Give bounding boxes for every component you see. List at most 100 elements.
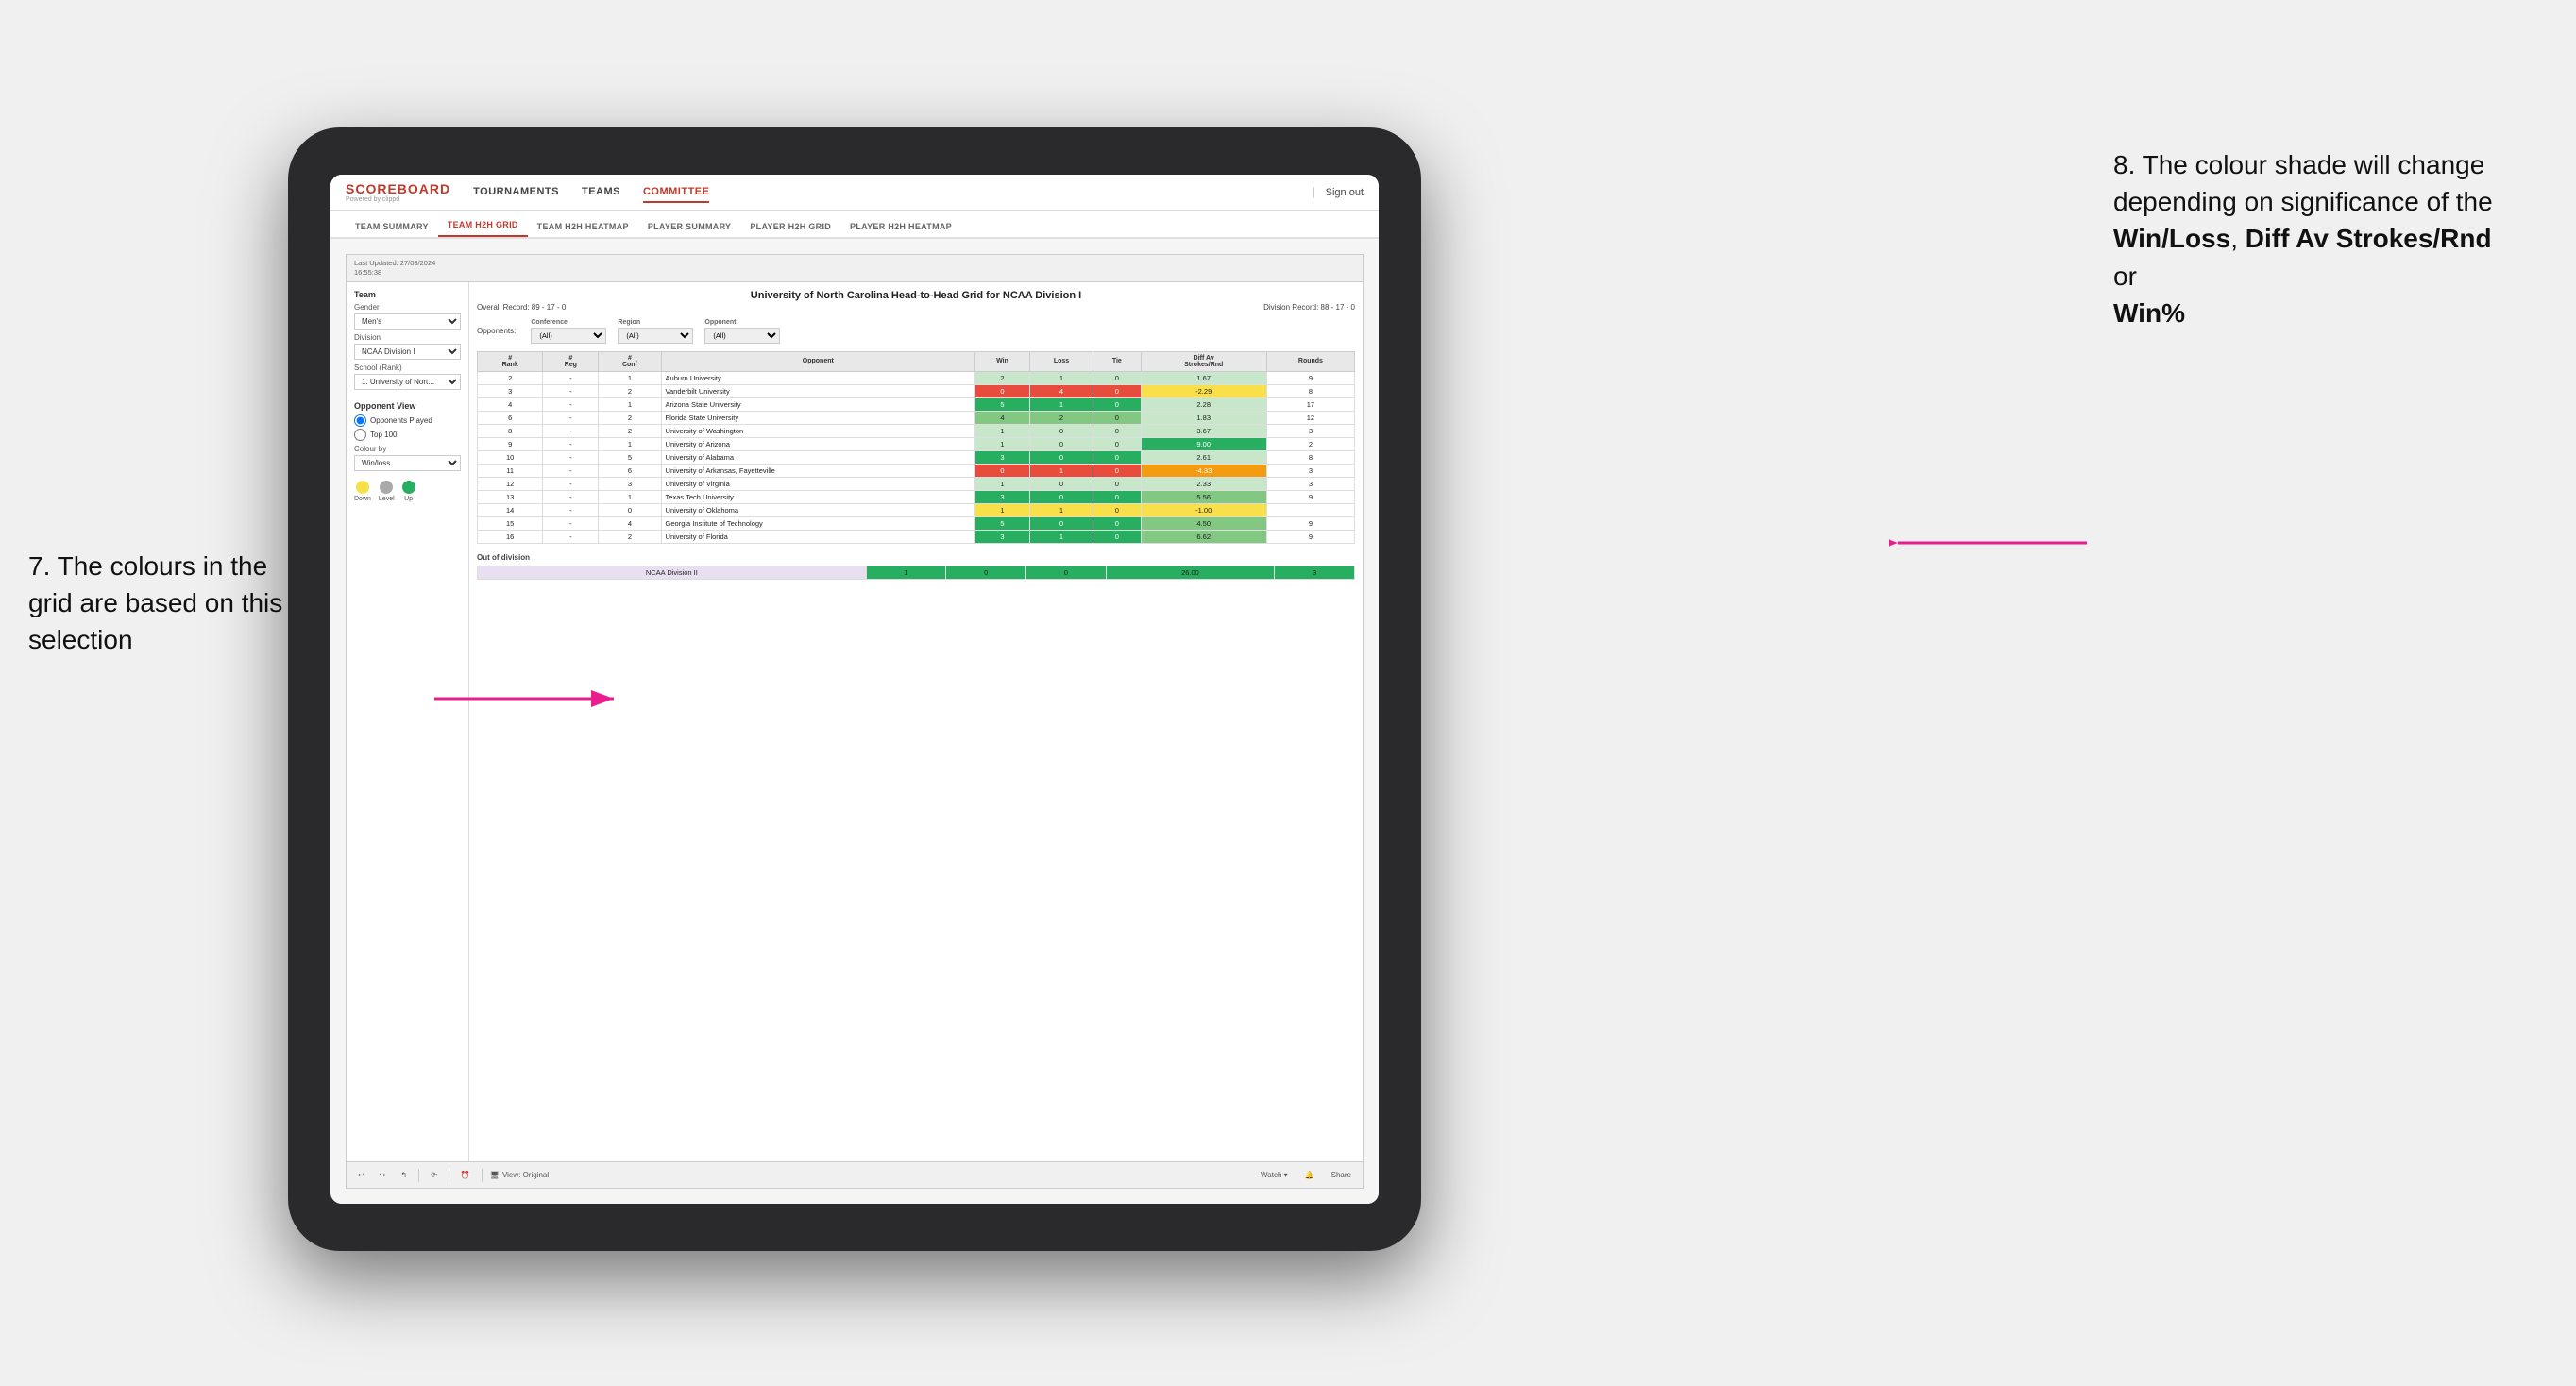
cell-opponent: University of Arizona [661, 437, 975, 450]
cell-diff: 5.56 [1141, 490, 1266, 503]
opponents-played-option[interactable]: Opponents Played [354, 414, 461, 427]
region-select[interactable]: (All) [618, 328, 693, 344]
sub-nav-team-h2h-grid[interactable]: TEAM H2H GRID [438, 220, 528, 237]
tableau-toolbar-bottom: ↩ ↪ ↰ ⟳ ⏰ 🖥 View: Original Watch ▾ 🔔 [347, 1161, 1363, 1188]
ood-tie: 0 [1026, 566, 1107, 579]
inner-layout: Team Gender Men's Division NCAA Division… [347, 282, 1363, 1162]
conference-filter: Conference (All) [531, 319, 606, 344]
table-row: 14 - 0 University of Oklahoma 1 1 0 -1.0… [478, 503, 1355, 516]
cell-opponent: University of Arkansas, Fayetteville [661, 464, 975, 477]
cell-diff: 9.00 [1141, 437, 1266, 450]
region-filter: Region (All) [618, 319, 693, 344]
cell-opponent: University of Oklahoma [661, 503, 975, 516]
cell-loss: 2 [1029, 411, 1093, 424]
cell-win: 3 [975, 490, 1030, 503]
nav-committee[interactable]: COMMITTEE [643, 182, 710, 203]
grid-title: University of North Carolina Head-to-Hea… [477, 290, 1355, 301]
sign-out-link[interactable]: Sign out [1313, 187, 1364, 198]
cell-diff: 1.67 [1141, 371, 1266, 384]
cell-tie: 0 [1093, 397, 1141, 411]
share-btn[interactable]: Share [1328, 1170, 1355, 1180]
gender-select[interactable]: Men's [354, 313, 461, 330]
cell-diff: 4.50 [1141, 516, 1266, 530]
col-rank: #Rank [478, 351, 543, 371]
sub-nav-player-h2h-heatmap[interactable]: PLAYER H2H HEATMAP [840, 222, 961, 237]
cell-tie: 0 [1093, 384, 1141, 397]
cell-conf: 5 [599, 450, 661, 464]
nav-tournaments[interactable]: TOURNAMENTS [473, 182, 559, 203]
cell-conf: 1 [599, 490, 661, 503]
cell-diff: 1.83 [1141, 411, 1266, 424]
cell-diff: -1.00 [1141, 503, 1266, 516]
logo-sub: Powered by clippd [346, 196, 450, 203]
cell-rank: 6 [478, 411, 543, 424]
table-row: 6 - 2 Florida State University 4 2 0 1.8… [478, 411, 1355, 424]
undo-btn[interactable]: ↩ [354, 1170, 368, 1180]
nav-links: TOURNAMENTS TEAMS COMMITTEE [473, 182, 1313, 203]
cell-rounds: 9 [1266, 371, 1354, 384]
cell-rank: 13 [478, 490, 543, 503]
table-row: 15 - 4 Georgia Institute of Technology 5… [478, 516, 1355, 530]
out-of-division-label: Out of division [477, 553, 1355, 562]
sub-nav-player-h2h-grid[interactable]: PLAYER H2H GRID [740, 222, 840, 237]
cell-rounds: 3 [1266, 477, 1354, 490]
colour-by-label: Colour by [354, 445, 461, 453]
cell-rounds: 9 [1266, 530, 1354, 543]
last-updated: Last Updated: 27/03/2024 16:55:38 [354, 259, 435, 278]
division-select[interactable]: NCAA Division I [354, 344, 461, 360]
colour-legend: Down Level Up [354, 481, 461, 502]
school-select[interactable]: 1. University of Nort... [354, 374, 461, 390]
cell-conf: 2 [599, 424, 661, 437]
cell-opponent: Georgia Institute of Technology [661, 516, 975, 530]
sub-nav-player-summary[interactable]: PLAYER SUMMARY [638, 222, 741, 237]
top-100-option[interactable]: Top 100 [354, 429, 461, 441]
cell-diff: 2.28 [1141, 397, 1266, 411]
cell-conf: 1 [599, 371, 661, 384]
cell-reg: - [543, 450, 599, 464]
cell-rank: 14 [478, 503, 543, 516]
colour-by-select[interactable]: Win/loss [354, 455, 461, 471]
annotation-right: 8. The colour shade will change dependin… [2113, 146, 2548, 331]
nav-teams[interactable]: TEAMS [582, 182, 620, 203]
cell-rank: 8 [478, 424, 543, 437]
redo-btn[interactable]: ↪ [376, 1170, 390, 1180]
opponent-filter: Opponent (All) [704, 319, 780, 344]
refresh-btn[interactable]: ⟳ [427, 1170, 441, 1180]
opponent-select[interactable]: (All) [704, 328, 780, 344]
back-btn[interactable]: ↰ [397, 1170, 411, 1180]
cell-rounds: 3 [1266, 464, 1354, 477]
cell-loss: 0 [1029, 450, 1093, 464]
cell-opponent: Auburn University [661, 371, 975, 384]
view-original[interactable]: 🖥 View: Original [490, 1171, 549, 1179]
sub-nav-team-h2h-heatmap[interactable]: TEAM H2H HEATMAP [528, 222, 638, 237]
annotation-diff: Diff Av Strokes/Rnd [2246, 224, 2492, 253]
cell-opponent: University of Virginia [661, 477, 975, 490]
cell-tie: 0 [1093, 411, 1141, 424]
cell-win: 1 [975, 424, 1030, 437]
cell-win: 3 [975, 530, 1030, 543]
ood-rounds: 3 [1275, 566, 1355, 579]
cell-tie: 0 [1093, 503, 1141, 516]
toolbar-sep3 [482, 1169, 483, 1182]
cell-opponent: Texas Tech University [661, 490, 975, 503]
ood-loss: 0 [946, 566, 1026, 579]
ipad-frame: SCOREBOARD Powered by clippd TOURNAMENTS… [288, 127, 1421, 1251]
cell-rounds: 2 [1266, 437, 1354, 450]
sub-nav-team-summary[interactable]: TEAM SUMMARY [346, 222, 438, 237]
cell-reg: - [543, 424, 599, 437]
cell-tie: 0 [1093, 530, 1141, 543]
team-label: Team [354, 290, 461, 299]
clock-btn[interactable]: ⏰ [457, 1170, 474, 1180]
cell-reg: - [543, 464, 599, 477]
table-row: 16 - 2 University of Florida 3 1 0 6.62 … [478, 530, 1355, 543]
cell-rounds: 3 [1266, 424, 1354, 437]
cell-reg: - [543, 490, 599, 503]
conference-select[interactable]: (All) [531, 328, 606, 344]
cell-rank: 11 [478, 464, 543, 477]
table-row: 2 - 1 Auburn University 2 1 0 1.67 9 [478, 371, 1355, 384]
division-label: Division [354, 333, 461, 342]
watch-btn[interactable]: Watch ▾ [1257, 1170, 1292, 1180]
cell-loss: 1 [1029, 530, 1093, 543]
col-tie: Tie [1093, 351, 1141, 371]
subscribe-btn[interactable]: 🔔 [1301, 1170, 1318, 1180]
